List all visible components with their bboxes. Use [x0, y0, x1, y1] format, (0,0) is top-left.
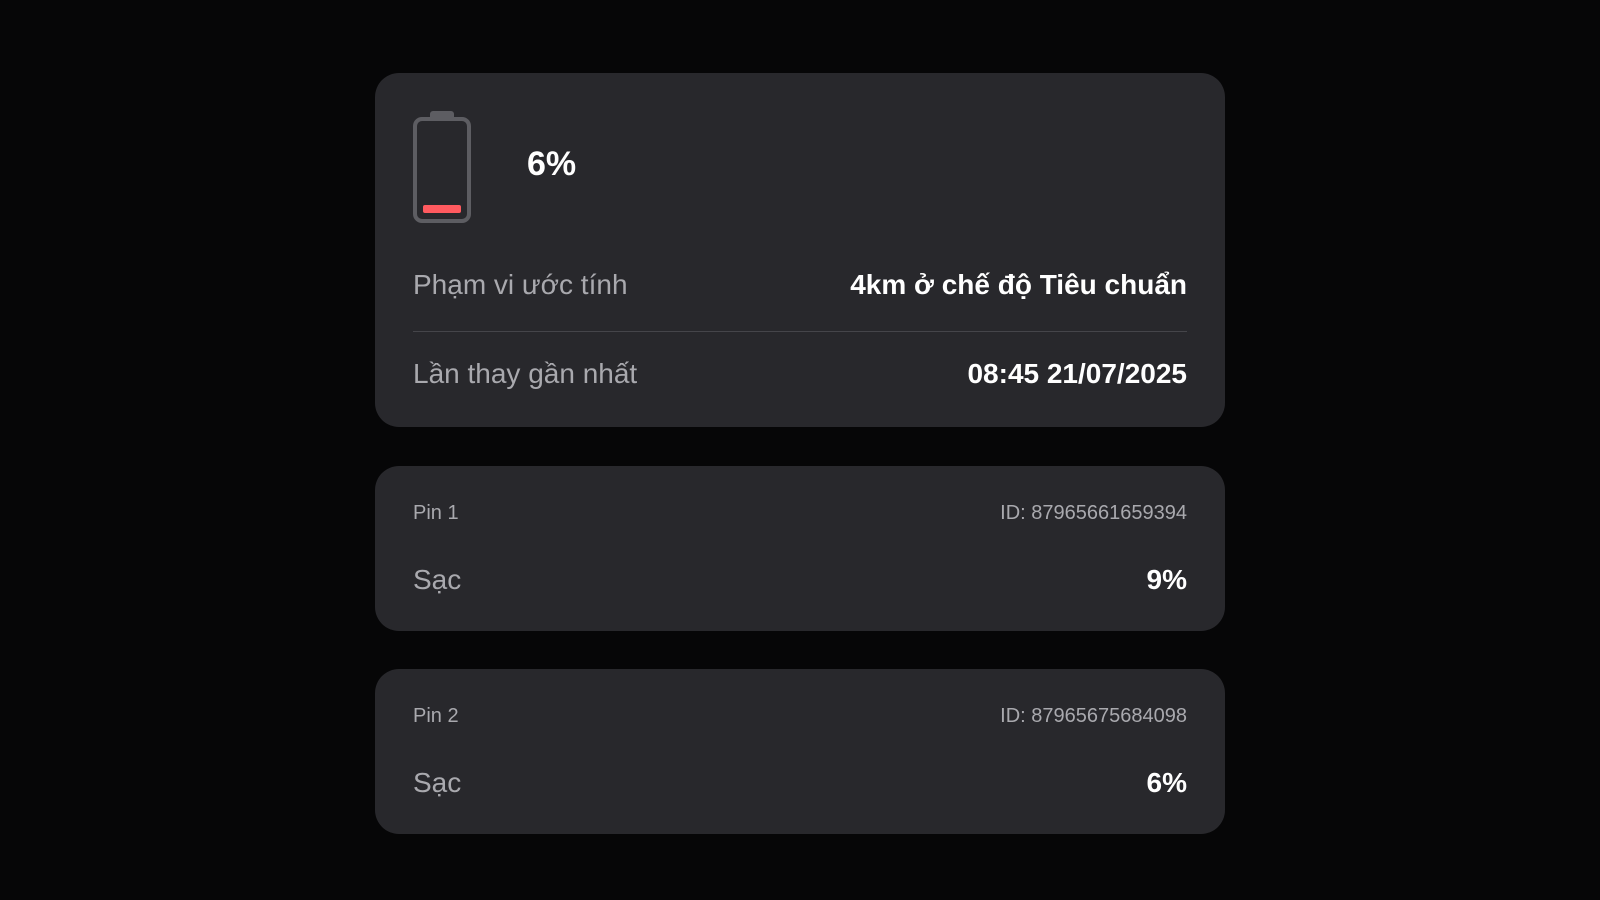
pin-name: Pin 1	[413, 501, 459, 524]
pin-status-label: Sạc	[413, 564, 462, 595]
last-swap-value: 08:45 21/07/2025	[967, 358, 1187, 389]
battery-body	[413, 117, 471, 223]
pin-header: Pin 2 ID: 87965675684098	[413, 703, 1187, 729]
estimated-range-value: 4km ở chế độ Tiêu chuẩn	[850, 269, 1187, 300]
pin-name: Pin 2	[413, 704, 459, 727]
battery-level-text: 6%	[527, 145, 577, 183]
pin-charge-value: 6%	[1146, 767, 1187, 798]
pin-header: Pin 1 ID: 87965661659394	[413, 500, 1187, 526]
battery-fill	[423, 205, 461, 213]
pin-id: ID: 87965675684098	[1000, 704, 1187, 727]
pin-id: ID: 87965661659394	[1000, 501, 1187, 524]
last-swap-label: Lần thay gần nhất	[413, 358, 638, 389]
pin-charge-value: 9%	[1146, 564, 1187, 595]
battery-low-icon	[413, 111, 471, 223]
last-swap-row: Lần thay gần nhất 08:45 21/07/2025	[413, 354, 1187, 394]
pin-card-2[interactable]: Pin 2 ID: 87965675684098 Sạc 6%	[375, 669, 1225, 834]
estimated-range-label: Phạm vi ước tính	[413, 269, 628, 300]
divider	[413, 331, 1187, 332]
pin-charge-row: Sạc 9%	[413, 560, 1187, 600]
pin-charge-row: Sạc 6%	[413, 763, 1187, 803]
pin-status-label: Sạc	[413, 767, 462, 798]
estimated-range-row: Phạm vi ước tính 4km ở chế độ Tiêu chuẩn	[413, 265, 1187, 305]
battery-summary-card: 6% Phạm vi ước tính 4km ở chế độ Tiêu ch…	[375, 73, 1225, 427]
pin-card-1[interactable]: Pin 1 ID: 87965661659394 Sạc 9%	[375, 466, 1225, 631]
